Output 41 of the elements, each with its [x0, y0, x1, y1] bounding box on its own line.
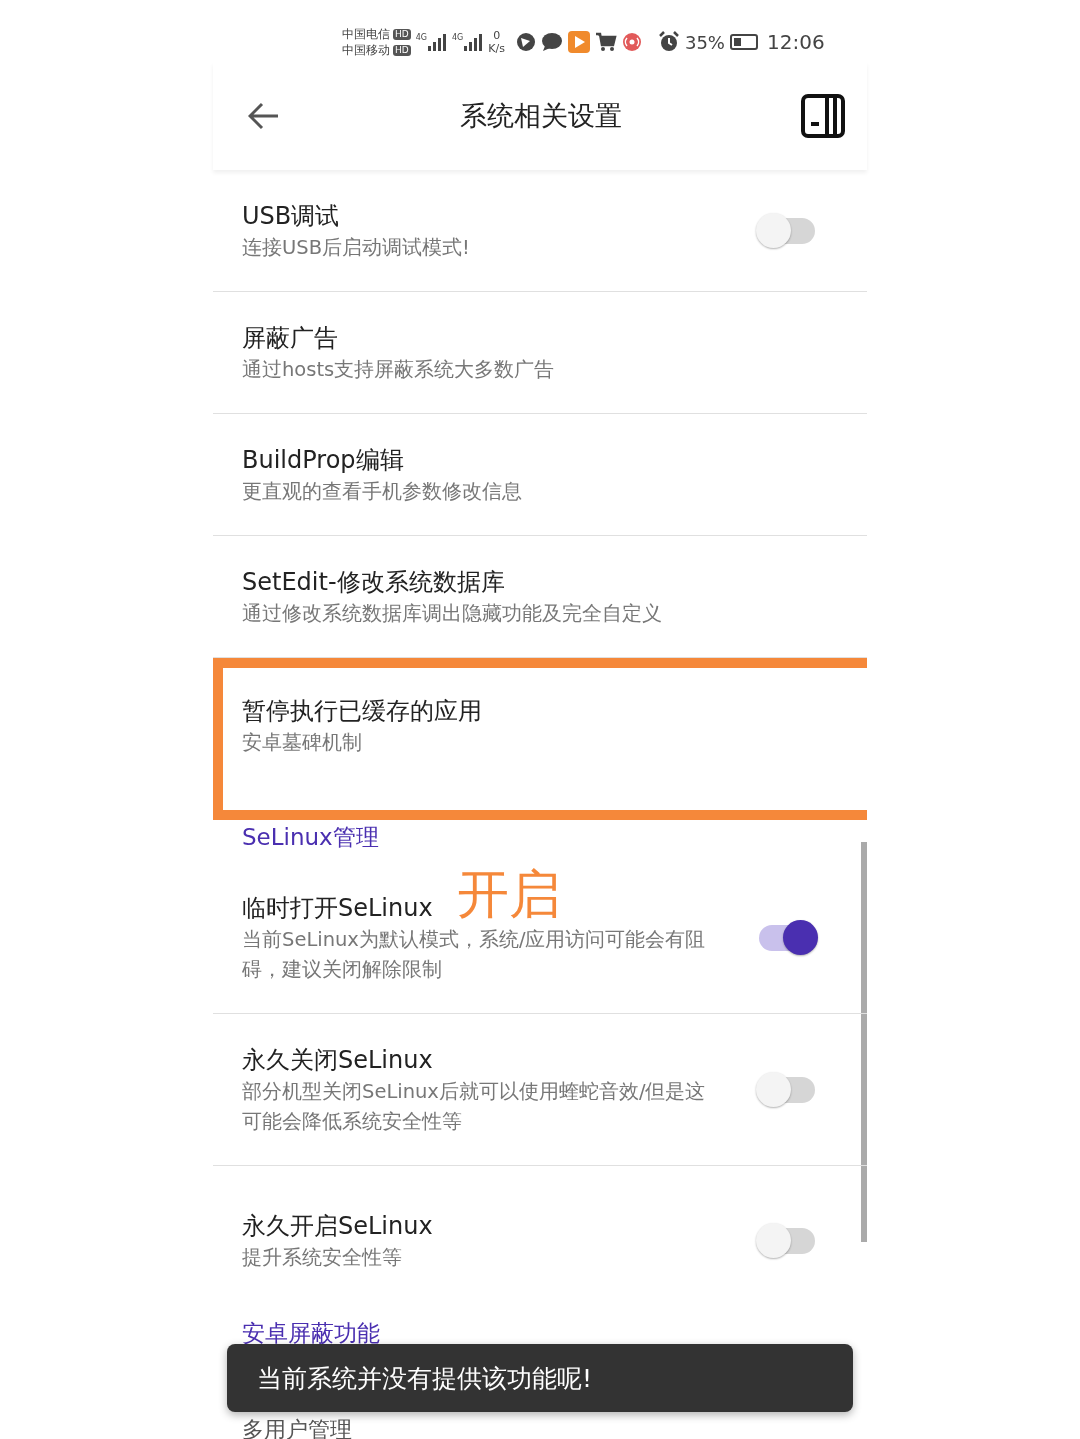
toast-message: 当前系统并没有提供该功能呢!	[227, 1344, 853, 1412]
setting-title[interactable]: 永久开启SeLinux	[242, 1209, 433, 1243]
setting-title[interactable]: USB调试	[242, 198, 340, 233]
battery-percent: 35%	[684, 31, 725, 53]
network-type: 4G	[452, 33, 464, 42]
cart-icon	[594, 32, 617, 52]
signal-icon	[463, 33, 484, 51]
annotation-text: 开启	[457, 866, 561, 922]
setting-description: 通过修改系统数据库调出隐藏功能及完全自定义	[242, 600, 663, 627]
setting-title[interactable]: 永久关闭SeLinux	[242, 1042, 433, 1077]
signal-icon	[427, 33, 447, 51]
setting-description: 安卓墓碑机制	[242, 730, 363, 756]
broadcast-icon	[621, 32, 642, 52]
hd-badge: HD	[393, 44, 411, 56]
setting-description: 部分机型关闭SeLinux后就可以使用蝰蛇音效/但是这可能会降低系统安全性等	[242, 1078, 707, 1135]
network-type: 4G	[415, 33, 427, 42]
setting-description: 当前SeLinux为默认模式，系统/应用访问可能会有阻碍，建议关闭解除限制	[242, 926, 707, 983]
play-app-icon	[567, 31, 590, 53]
speed-value: 0	[493, 29, 501, 42]
hd-badge: HD	[393, 28, 411, 40]
chat-bubble-icon	[540, 32, 563, 52]
section-header: SeLinux管理	[241, 823, 380, 852]
setting-title[interactable]: BuildProp编辑	[242, 442, 404, 477]
setting-description: 提升系统安全性等	[242, 1245, 403, 1271]
side-panel-icon[interactable]	[801, 94, 845, 138]
back-arrow-icon[interactable]	[248, 102, 280, 130]
carrier-name: 中国电信	[342, 26, 390, 42]
setting-title[interactable]: 多用户管理	[242, 1415, 352, 1439]
carrier-name: 中国移动	[342, 42, 390, 58]
setting-title[interactable]: 临时打开SeLinux	[242, 890, 433, 925]
setting-description: 通过hosts支持屏蔽系统大多数广告	[242, 356, 556, 383]
clock-time: 12:06	[766, 30, 825, 54]
page-title: 系统相关设置	[459, 99, 622, 133]
setting-description: 更直观的查看手机参数修改信息	[242, 478, 523, 505]
setting-title[interactable]: 屏蔽广告	[242, 320, 338, 355]
setting-description: 连接USB后启动调试模式!	[242, 234, 471, 261]
battery-icon	[729, 34, 758, 50]
alarm-icon	[657, 31, 680, 53]
setting-title[interactable]: SetEdit-修改系统数据库	[242, 564, 505, 599]
setting-title[interactable]: 暂停执行已缓存的应用	[242, 694, 482, 728]
speed-unit: K/s	[488, 42, 505, 55]
